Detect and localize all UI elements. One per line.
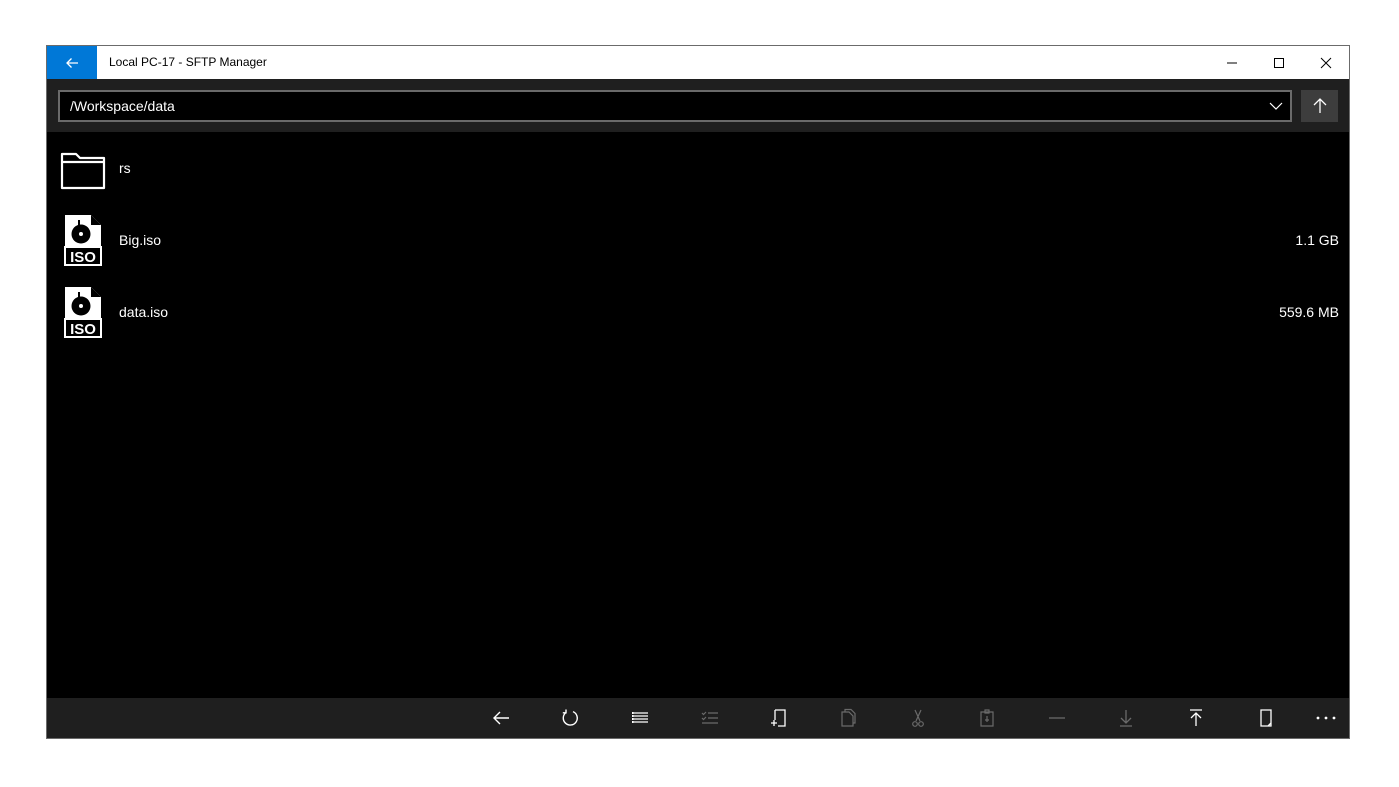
close-button[interactable]: [1302, 46, 1349, 79]
list-view-button[interactable]: [615, 698, 665, 738]
app-window: Local PC-17 - SFTP Manager /Workspace/da: [46, 45, 1350, 739]
upload-icon: [1190, 709, 1202, 726]
paste-icon: [980, 709, 994, 727]
copy-icon: [841, 708, 856, 727]
list-item[interactable]: ISO data.iso 559.6 MB: [47, 276, 1349, 348]
iso-file-icon: ISO: [64, 215, 102, 266]
iso-badge: ISO: [70, 249, 96, 266]
path-text: /Workspace/data: [70, 98, 175, 114]
file-size: 1.1 GB: [1295, 232, 1339, 248]
minimize-icon: [1226, 62, 1237, 63]
new-page-button[interactable]: [1241, 698, 1291, 738]
refresh-icon: [562, 709, 578, 726]
command-bar: [47, 698, 1349, 738]
maximize-button[interactable]: [1255, 46, 1302, 79]
back-button[interactable]: [476, 698, 526, 738]
folder-icon: [60, 152, 106, 190]
new-file-button[interactable]: [754, 698, 804, 738]
back-arrow-icon: [66, 57, 78, 68]
file-name: data.iso: [119, 304, 169, 320]
file-name: Big.iso: [119, 232, 162, 248]
iso-badge: ISO: [70, 321, 96, 338]
iso-file-icon: ISO: [64, 287, 102, 338]
title-bar: Local PC-17 - SFTP Manager: [47, 46, 1349, 79]
list-icon: [632, 712, 648, 723]
upload-button[interactable]: [1171, 698, 1221, 738]
multi-select-icon: [701, 711, 718, 724]
minimize-button[interactable]: [1208, 46, 1255, 79]
file-name: rs: [119, 160, 131, 176]
file-list: rs ISO Big.iso 1.1 GB ISO data.iso 559.6…: [47, 132, 1349, 698]
list-item[interactable]: ISO Big.iso 1.1 GB: [47, 204, 1349, 276]
cut-icon: [912, 709, 924, 727]
arrow-up-icon: [1313, 98, 1326, 113]
address-bar: /Workspace/data: [47, 79, 1349, 132]
remove-button[interactable]: [1032, 698, 1082, 738]
list-item[interactable]: rs: [47, 132, 1349, 204]
download-button[interactable]: [1101, 698, 1151, 738]
more-icon: [1316, 716, 1336, 720]
title-back-button[interactable]: [47, 46, 97, 79]
window-title: Local PC-17 - SFTP Manager: [109, 55, 267, 69]
cut-button[interactable]: [893, 698, 943, 738]
file-size: 559.6 MB: [1279, 304, 1339, 320]
maximize-icon: [1273, 57, 1284, 68]
path-combobox[interactable]: /Workspace/data: [58, 90, 1292, 122]
parent-folder-button[interactable]: [1301, 90, 1338, 122]
multi-select-button[interactable]: [685, 698, 735, 738]
download-icon: [1120, 710, 1132, 727]
close-icon: [1320, 57, 1331, 68]
paste-button[interactable]: [962, 698, 1012, 738]
back-arrow-icon: [493, 711, 509, 725]
window-controls: [1208, 46, 1349, 79]
new-file-icon: [771, 709, 786, 727]
refresh-button[interactable]: [545, 698, 595, 738]
copy-button[interactable]: [823, 698, 873, 738]
page-icon: [1260, 709, 1272, 727]
more-button[interactable]: [1301, 698, 1351, 738]
minus-icon: [1049, 717, 1065, 719]
chevron-down-icon[interactable]: [1268, 98, 1284, 114]
